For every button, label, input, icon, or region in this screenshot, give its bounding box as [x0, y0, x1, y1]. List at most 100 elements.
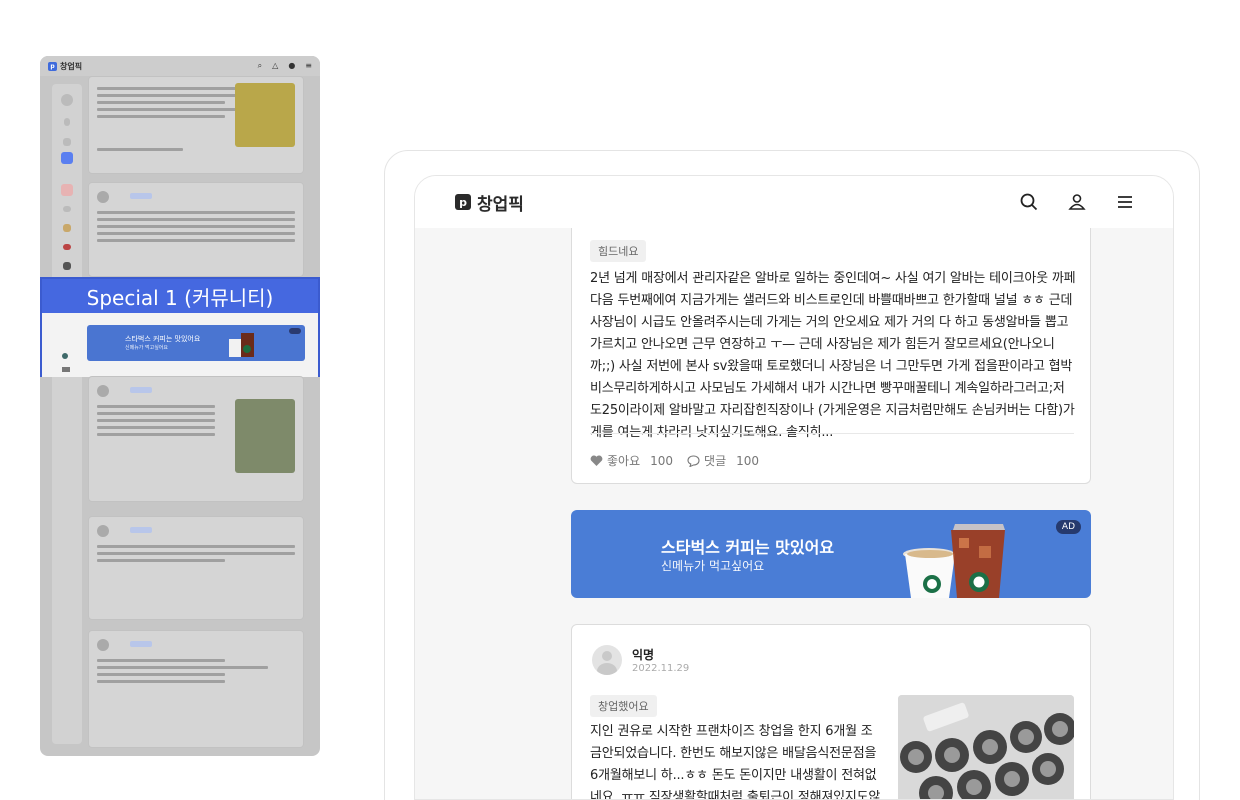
thumbnail-text-line [97, 115, 226, 118]
author-name: 익명 [632, 648, 655, 662]
thumbnail-text-line [97, 412, 215, 415]
thumbnail-text-line [97, 426, 215, 429]
thumbnail-text-line [97, 659, 226, 662]
ad-title: 스타벅스 커피는 맛있어요 [661, 538, 835, 557]
thumbnail-sidebar-icon [62, 367, 70, 372]
thumbnail-avatar [97, 525, 109, 537]
thumbnail-text-line [97, 559, 226, 562]
thumbnail-text-line [97, 225, 295, 228]
thumbnail-sidebar-icon [63, 138, 71, 146]
user-icon[interactable] [1067, 192, 1087, 212]
thumbnail-ad-banner: 스타벅스 커피는 맛있어요 신메뉴가 먹고싶어요 [87, 325, 305, 361]
heart-icon [590, 455, 603, 466]
kimbap-photo [898, 695, 1074, 799]
thumbnail-text-line [97, 101, 226, 104]
post-thumbnail-image [898, 695, 1074, 799]
thumbnail-ad-image [235, 83, 295, 147]
post-author: 익명 2022.11.29 [592, 645, 689, 675]
thumbnail-logo: p 창업픽 [48, 61, 82, 72]
thumbnail-text-line [97, 211, 295, 214]
like-label: 좋아요 [607, 454, 641, 468]
thumbnail-sidebar-icons [62, 353, 72, 373]
thumbnail-menu-icon: ≡ [305, 61, 312, 70]
thumbnail-avatar-icon: ● [288, 61, 296, 70]
post-tag: 힘드네요 [590, 240, 647, 262]
comment-count: 100 [736, 453, 760, 468]
ad-subtitle: 신메뉴가 먹고싶어요 [661, 559, 765, 573]
page-overview-thumbnail: p 창업픽 ⌕ △ ● ≡ Special 1 (커뮤니티) 스타벅스 커피는 … [40, 56, 320, 756]
like-count: 100 [650, 453, 674, 468]
thumbnail-post-card [88, 630, 304, 748]
comment-label: 댓글 [704, 454, 727, 468]
thumbnail-text-line [97, 405, 215, 408]
like-button[interactable]: 좋아요 100 [590, 452, 673, 469]
page: p 창업픽 ⌕ △ ● ≡ Special 1 (커뮤니티) 스타벅스 커피는 … [0, 0, 1240, 800]
thumbnail-text-line [97, 545, 295, 548]
logo[interactable]: p 창업픽 [455, 190, 524, 215]
thumbnail-text-line [97, 239, 295, 242]
thumbnail-search-icon: ⌕ [257, 61, 263, 70]
thumbnail-sidebar-icon [63, 244, 71, 250]
thumbnail-bell-icon: △ [272, 61, 279, 70]
thumbnail-sidebar-avatar [61, 94, 73, 106]
special-section-preview: 스타벅스 커피는 맛있어요 신메뉴가 먹고싶어요 [42, 313, 318, 377]
post-meta: 좋아요 100 댓글 100 [590, 452, 759, 469]
thumbnail-text-line [97, 673, 226, 676]
thumbnail-ad-title: 스타벅스 커피는 맛있어요 [125, 335, 201, 343]
thumbnail-ad-subtitle: 신메뉴가 먹고싶어요 [125, 345, 168, 351]
comment-button[interactable]: 댓글 100 [687, 452, 759, 469]
thumbnail-tag [130, 527, 153, 533]
thumbnail-sidebar [52, 84, 82, 744]
thumbnail-avatar [97, 639, 109, 651]
thumbnail-tag [130, 387, 153, 393]
comment-icon [687, 454, 700, 467]
thumbnail-text-line [97, 218, 295, 221]
thumbnail-sidebar-icon [61, 184, 73, 196]
thumbnail-meta-line [97, 148, 183, 151]
thumbnail-sidebar-icon [63, 224, 71, 232]
author-info: 익명 2022.11.29 [632, 646, 689, 674]
app-viewport: p 창업픽 힘드네요 2년 넘게 매장에서 관리자같은 알바로 일하는 중인데여 [414, 175, 1174, 800]
thumbnail-food-image [235, 399, 295, 473]
logo-text: 창업픽 [477, 194, 524, 215]
thumbnail-coffee-cups-image [229, 333, 254, 357]
thumbnail-tag [130, 193, 153, 199]
thumbnail-avatar [97, 191, 109, 203]
thumbnail-header: p 창업픽 ⌕ △ ● ≡ [40, 56, 320, 76]
thumbnail-ad-badge [289, 328, 301, 334]
post-card[interactable]: 익명 2022.11.29 창업했어요 지인 권유로 시작한 프랜차이즈 창업을… [571, 624, 1091, 800]
post-date: 2022.11.29 [632, 663, 690, 674]
ad-banner[interactable]: 스타벅스 커피는 맛있어요 신메뉴가 먹고싶어요 AD [571, 510, 1091, 598]
app-header: p 창업픽 [415, 176, 1173, 228]
search-icon[interactable] [1019, 192, 1039, 212]
thumbnail-sidebar-icon [62, 353, 68, 359]
thumbnail-text-line [97, 232, 295, 235]
menu-icon[interactable] [1115, 192, 1135, 212]
thumbnail-header-icons: ⌕ △ ● ≡ [258, 61, 312, 71]
post-divider [590, 433, 1074, 434]
post-tag: 창업했어요 [590, 695, 657, 717]
thumbnail-text-line [97, 666, 269, 669]
logo-mark-icon: p [455, 194, 471, 210]
post-card[interactable]: 힘드네요 2년 넘게 매장에서 관리자같은 알바로 일하는 중인데여~ 사실 여… [571, 210, 1091, 484]
special-section-highlight: Special 1 (커뮤니티) 스타벅스 커피는 맛있어요 신메뉴가 먹고싶어… [40, 277, 320, 377]
thumbnail-post-card [88, 76, 304, 174]
ad-badge: AD [1055, 520, 1081, 534]
thumbnail-sidebar-icon [63, 206, 71, 212]
thumbnail-text-line [97, 552, 295, 555]
thumbnail-sidebar-icon [63, 262, 71, 270]
post-body: 지인 권유로 시작한 프랜차이즈 창업을 한지 6개월 조금안되었습니다. 한번… [590, 724, 881, 800]
thumbnail-text-line [97, 433, 215, 436]
coffee-cups-image [903, 524, 1005, 598]
header-actions [1019, 192, 1135, 212]
avatar [592, 645, 622, 675]
thumbnail-text-line [97, 419, 215, 422]
thumbnail-logo-text: 창업픽 [60, 61, 83, 71]
special-section-label: Special 1 (커뮤니티) [42, 279, 318, 313]
thumbnail-sidebar-icon [64, 118, 70, 126]
thumbnail-post-card [88, 182, 304, 277]
thumbnail-post-card [88, 376, 304, 502]
thumbnail-sidebar-active-icon [61, 152, 73, 164]
thumbnail-avatar [97, 385, 109, 397]
thumbnail-tag [130, 641, 153, 647]
